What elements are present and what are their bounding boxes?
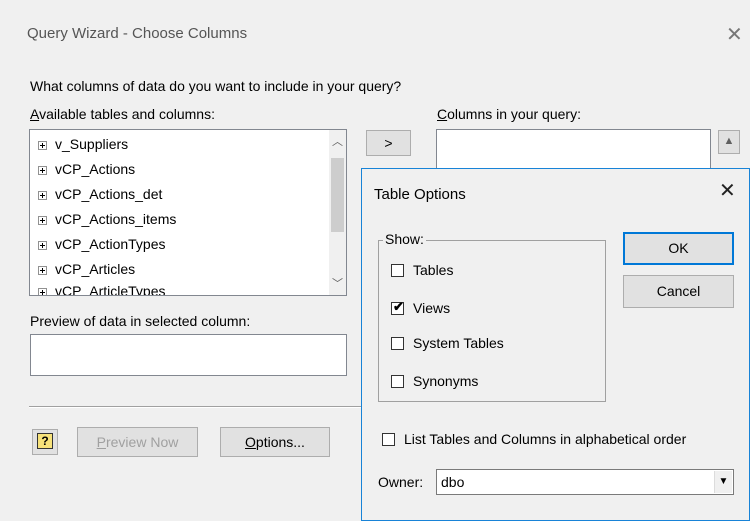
checkbox-box[interactable] [391,263,404,277]
tables-checkbox[interactable]: Tables [391,262,453,278]
available-label-text: vailable tables and columns: [39,106,215,122]
help-icon: ? [37,433,53,449]
dropdown-arrow-icon[interactable]: ▼ [714,471,732,493]
vertical-scrollbar[interactable]: ︿ ﹀ [329,130,346,295]
owner-select[interactable]: dbo ▼ [436,469,734,495]
available-mnemonic: A [30,106,40,122]
close-icon[interactable]: ✕ [726,25,743,45]
checkbox-box[interactable] [391,336,404,350]
list-item[interactable]: vCP_ActionTypes [38,234,166,255]
move-up-button[interactable]: ▲ [718,130,740,154]
preview-label: Preview of data in selected column: [30,313,251,329]
ok-button[interactable]: OK [623,232,734,265]
list-item[interactable]: vCP_Actions_det [38,184,162,205]
columns-mnemonic: C [437,106,448,122]
expand-icon[interactable] [38,241,47,250]
expand-icon[interactable] [38,266,47,275]
checkbox-box[interactable]: ✔ [391,298,404,315]
columns-label-text: olumns in your query: [447,106,581,122]
expand-icon[interactable] [38,141,47,150]
scroll-thumb[interactable] [331,158,344,232]
owner-value: dbo [441,474,465,490]
list-item[interactable]: vCP_Actions_items [38,209,176,230]
available-tables-label: Available tables and columns: [30,106,215,122]
cancel-button[interactable]: Cancel [623,275,734,308]
synonyms-checkbox[interactable]: Synonyms [391,373,478,389]
columns-prompt: What columns of data do you want to incl… [30,78,402,94]
checkbox-box[interactable] [382,432,395,446]
views-checkbox[interactable]: ✔ Views [391,300,450,316]
list-item[interactable]: vCP_ArticleTypes [38,281,165,295]
scroll-down-icon[interactable]: ﹀ [329,276,346,293]
expand-icon[interactable] [38,166,47,175]
check-icon: ✔ [393,298,404,314]
separator-highlight [29,407,361,408]
table-options-dialog: Table Options ✕ Show: Tables ✔ Views Sys… [361,168,750,521]
preview-field[interactable] [30,334,347,376]
alphabetical-checkbox[interactable]: List Tables and Columns in alphabetical … [382,431,686,447]
checkbox-box[interactable] [391,374,404,388]
show-label: Show: [383,231,426,247]
window-title: Query Wizard - Choose Columns [27,25,248,42]
dialog-close-icon[interactable]: ✕ [719,181,736,201]
list-item[interactable]: vCP_Articles [38,259,135,280]
help-button[interactable]: ? [32,429,58,455]
query-columns-label: Columns in your query: [437,106,581,122]
available-tables-list[interactable]: v_Suppliers vCP_Actions vCP_Actions_det … [29,129,347,296]
query-columns-list[interactable] [436,129,711,169]
expand-icon[interactable] [38,288,47,295]
scroll-up-icon[interactable]: ︿ [329,134,346,151]
list-item[interactable]: vCP_Actions [38,159,135,180]
dialog-title: Table Options [374,186,466,203]
system-tables-checkbox[interactable]: System Tables [391,335,504,351]
owner-label: Owner: [378,474,424,490]
list-item[interactable]: v_Suppliers [38,134,128,155]
expand-icon[interactable] [38,216,47,225]
preview-now-button[interactable]: Preview Now [77,427,198,457]
add-column-button[interactable]: > [366,130,411,156]
expand-icon[interactable] [38,191,47,200]
options-button[interactable]: Options... [220,427,330,457]
